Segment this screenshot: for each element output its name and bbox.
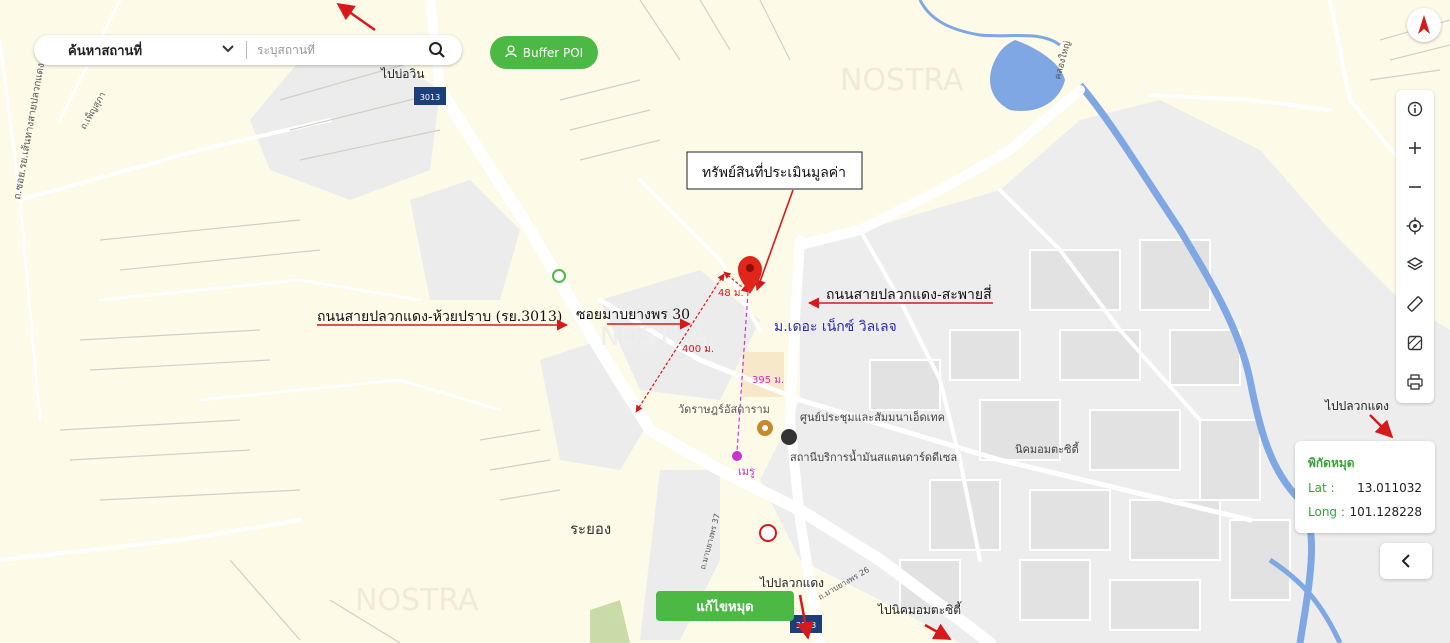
road-saphai-label: ถนนสายปลวกแดง-สะพายสี่	[826, 285, 992, 303]
dist-label-395: 395 ม.	[752, 375, 784, 386]
poi-bottom-icon[interactable]	[759, 524, 777, 542]
coordinate-title: พิกัดหมุด	[1308, 456, 1355, 470]
park-area	[590, 600, 630, 643]
search-category-select[interactable]: ค้นหาสถานที่	[34, 40, 218, 61]
layers-icon[interactable]	[1396, 246, 1434, 284]
meru-marker[interactable]	[732, 451, 742, 461]
dist-label-400: 400 ม.	[682, 344, 714, 355]
chevron-down-icon[interactable]	[218, 43, 238, 58]
label-road-left: ถ.ซอย.รย.เส้นทางสายปลวกแดง	[11, 62, 47, 201]
long-value: 101.128228	[1349, 505, 1422, 519]
search-icon[interactable]	[422, 35, 452, 65]
printer-icon[interactable]	[1396, 363, 1434, 401]
collapse-panel-button[interactable]	[1380, 543, 1432, 579]
stream	[918, 0, 1061, 47]
label-amata-city: นิคมอมตะซิตี้	[1015, 441, 1080, 456]
lat-value: 13.011032	[1357, 481, 1422, 495]
svg-text:ทรัพย์สินที่ประเมินมูลค่า: ทรัพย์สินที่ประเมินมูลค่า	[702, 163, 846, 181]
lock-icon[interactable]	[781, 429, 797, 445]
map-toolbar	[1396, 90, 1434, 403]
north-arrow-icon[interactable]	[1407, 8, 1441, 42]
map-canvas[interactable]: 3013 3013 NOSTRA NOSTRA NOSTRA ไปบ่อวิน …	[0, 0, 1450, 643]
ruler-icon[interactable]	[1396, 285, 1434, 323]
chevron-left-icon	[1401, 554, 1410, 568]
poi-green-icon[interactable]	[552, 269, 566, 283]
temple-icon-inner	[762, 425, 768, 431]
label-to-pluak-daeng-right: ไปปลวกแดง	[1324, 399, 1389, 413]
label-to-pluak-daeng-bottom: ไปปลวกแดง	[759, 576, 824, 590]
search-bar: ค้นหาสถานที่	[34, 35, 462, 65]
plus-icon[interactable]	[1396, 129, 1434, 167]
search-divider	[246, 41, 247, 59]
label-road-khlong: คลองใหญ่	[1052, 40, 1073, 81]
coordinate-panel: พิกัดหมุด Lat : 13.011032 Long : 101.128…	[1295, 441, 1435, 533]
minus-icon[interactable]	[1396, 168, 1434, 206]
buffer-poi-button[interactable]: Buffer POI	[490, 36, 598, 69]
watermark: NOSTRA	[355, 583, 479, 618]
edit-pin-button[interactable]: แก้ไขหมุด	[656, 591, 794, 621]
village-label: ม.เดอะ เน็กซ์ วิลเลจ	[774, 317, 897, 335]
route-shield-3013-top: 3013	[414, 87, 446, 105]
area-icon[interactable]	[1396, 324, 1434, 362]
soi-label: ซอยมาบยางพร 30	[576, 307, 690, 323]
dist-label-48: 48 ม.	[718, 288, 744, 299]
label-road-small: ถ.เพ็ญสุภา	[76, 89, 108, 131]
svg-text:3013: 3013	[420, 93, 440, 102]
label-to-bo-win: ไปบ่อวิน	[380, 67, 424, 81]
label-convention: ศูนย์ประชุมและสัมมนาเอ็ดเทค	[800, 410, 945, 424]
watermark: NOSTRA	[840, 63, 964, 98]
label-to-amata: ไปนิคมอมตะซิตี้	[877, 601, 962, 617]
user-icon	[505, 44, 517, 61]
label-meru: เมรู	[738, 465, 755, 478]
long-label: Long :	[1308, 505, 1345, 519]
crosshair-icon[interactable]	[1396, 207, 1434, 245]
road-huai-prap-label: ถนนสายปลวกแดง-ห้วยปราบ (รย.3013)	[317, 309, 562, 325]
label-temple: วัดราษฎร์อัสดาราม	[678, 403, 770, 416]
label-rayong: ระยอง	[570, 520, 611, 538]
arrow-to-bo-win	[336, 2, 376, 32]
search-input[interactable]	[255, 42, 422, 58]
label-station: สถานีบริการน้ำมันสแตนดาร์ดดีเซล	[790, 449, 957, 464]
info-icon[interactable]	[1396, 90, 1434, 128]
buffer-poi-label: Buffer POI	[522, 45, 584, 60]
lat-label: Lat :	[1308, 481, 1335, 495]
